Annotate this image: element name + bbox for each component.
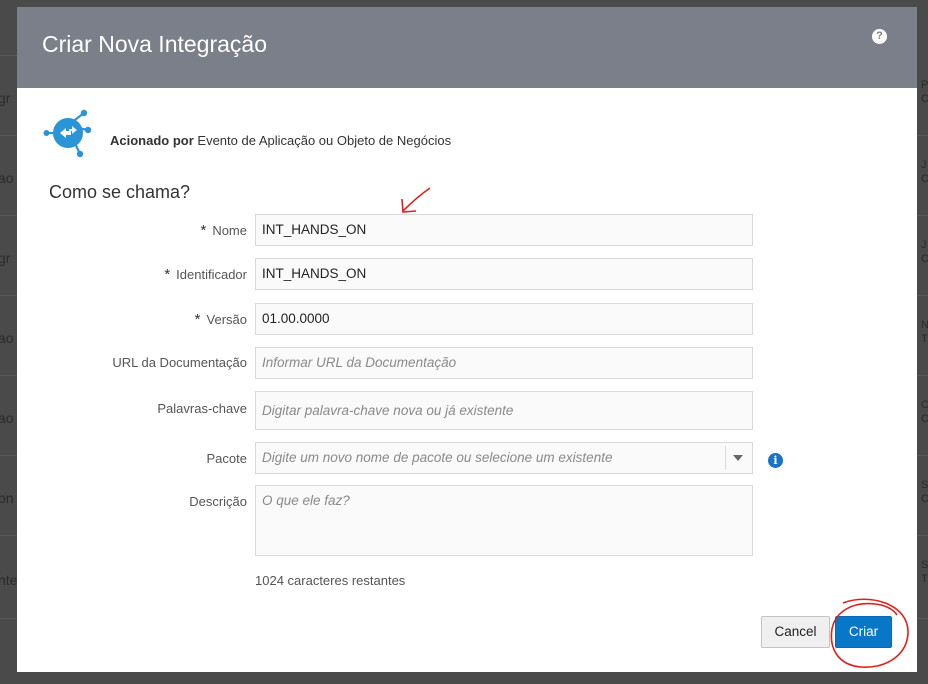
form-section-title: Como se chama?	[49, 182, 191, 202]
background-row-divider	[917, 618, 928, 619]
identifier-label: * Identificador	[27, 266, 247, 283]
name-label-text: Nome	[212, 223, 247, 238]
help-icon[interactable]: ?	[872, 29, 887, 44]
name-label: * Nome	[27, 222, 247, 239]
background-text: gr	[0, 250, 11, 266]
create-integration-dialog: Criar Nova Integração ? Acionado por Eve…	[17, 7, 917, 672]
version-input[interactable]: 01.00.0000	[255, 303, 753, 335]
package-label: Pacote	[206, 451, 247, 466]
background-text: J C	[921, 159, 928, 185]
background-row-divider	[0, 55, 17, 56]
name-input[interactable]: INT_HANDS_ON	[255, 214, 753, 246]
identifier-label-text: Identificador	[176, 267, 247, 282]
combo-divider	[725, 446, 726, 470]
trigger-value: Evento de Aplicação ou Objeto de Negócio…	[193, 133, 452, 148]
background-row-divider	[917, 215, 928, 216]
background-row-divider	[0, 535, 17, 536]
package-placeholder: Digite um novo nome de pacote ou selecio…	[262, 450, 613, 465]
background-text: J C	[921, 239, 928, 265]
background-text: S T	[921, 559, 928, 585]
background-left-column: gr ao gr ao ao on nte	[0, 0, 17, 684]
trigger-description: Acionado por Evento de Aplicação ou Obje…	[110, 133, 451, 148]
cancel-button[interactable]: Cancel	[761, 616, 830, 648]
description-textarea[interactable]: O que ele faz?	[255, 485, 753, 556]
description-label: Descrição	[189, 494, 247, 509]
required-marker: *	[200, 222, 207, 239]
background-text: ao	[0, 330, 14, 346]
info-icon[interactable]: i	[768, 453, 783, 468]
background-row-divider	[917, 295, 928, 296]
annotation-arrow	[401, 187, 431, 213]
background-row-divider	[0, 215, 17, 216]
required-marker: *	[164, 266, 171, 283]
annotation-circle	[830, 598, 909, 668]
background-text: gr	[0, 90, 11, 106]
background-text: S C	[921, 479, 928, 505]
version-label-text: Versão	[206, 312, 247, 327]
background-row-divider	[917, 135, 928, 136]
package-combobox[interactable]: Digite um novo nome de pacote ou selecio…	[255, 442, 753, 474]
background-row-divider	[0, 135, 17, 136]
background-right-column: P C J C J C N T C C S C S T	[917, 0, 928, 684]
required-marker: *	[194, 311, 201, 328]
keywords-input[interactable]: Digitar palavra-chave nova ou já existen…	[255, 391, 753, 430]
background-text: ao	[0, 410, 14, 426]
version-label: * Versão	[27, 311, 247, 328]
background-row-divider	[917, 535, 928, 536]
background-row-divider	[0, 618, 17, 619]
event-trigger-icon	[43, 109, 91, 158]
background-text: ao	[0, 170, 14, 186]
trigger-label: Acionado por	[110, 133, 194, 148]
dialog-title: Criar Nova Integração	[42, 31, 267, 57]
background-row-divider	[0, 455, 17, 456]
background-text: nte	[0, 572, 17, 588]
background-text: C C	[921, 399, 928, 425]
background-text: on	[0, 490, 14, 506]
keywords-label: Palavras-chave	[157, 401, 247, 416]
background-row-divider	[917, 375, 928, 376]
doc-url-label: URL da Documentação	[112, 355, 247, 370]
identifier-input[interactable]: INT_HANDS_ON	[255, 258, 753, 290]
background-row-divider	[917, 455, 928, 456]
background-text: N T	[921, 319, 928, 345]
background-text: P C	[921, 79, 928, 105]
dialog-header: Criar Nova Integração ?	[17, 7, 917, 88]
characters-remaining: 1024 caracteres restantes	[255, 573, 406, 588]
background-row-divider	[0, 295, 17, 296]
doc-url-input[interactable]: Informar URL da Documentação	[255, 347, 753, 379]
background-row-divider	[0, 375, 17, 376]
chevron-down-icon[interactable]	[733, 455, 743, 461]
